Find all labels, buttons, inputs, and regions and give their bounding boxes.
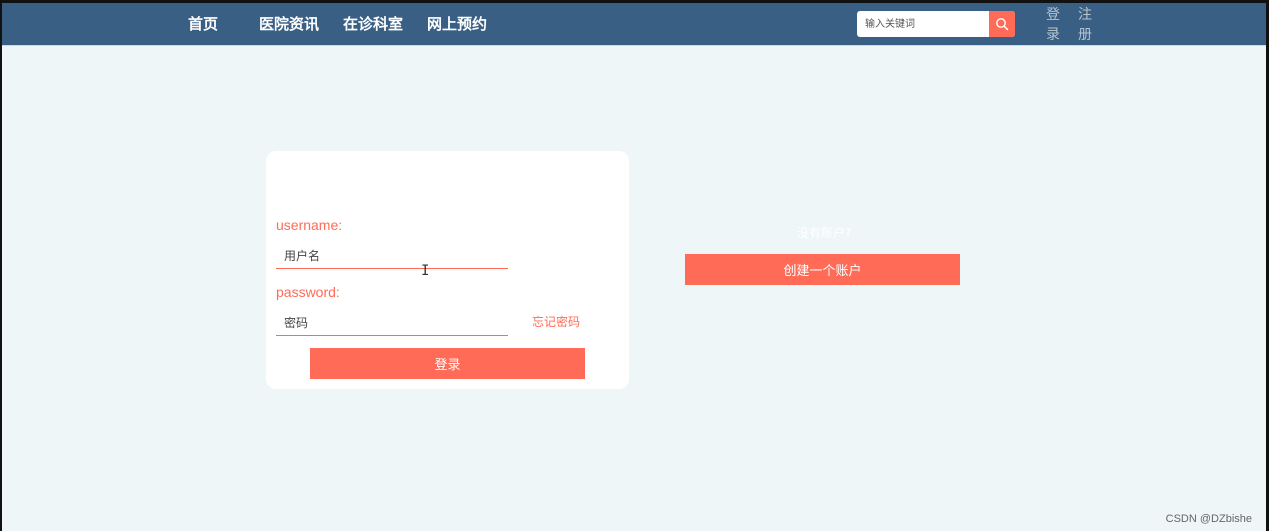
nav-item-hospital-news[interactable]: 医院资讯: [259, 15, 319, 33]
search-button[interactable]: [989, 11, 1015, 37]
login-card: username: password: 忘记密码 登录: [266, 151, 629, 389]
username-input[interactable]: [276, 243, 508, 269]
username-label: username:: [276, 217, 343, 233]
login-link[interactable]: 登录: [1046, 5, 1062, 45]
search-input[interactable]: [857, 11, 989, 37]
forgot-password-link[interactable]: 忘记密码: [532, 313, 580, 330]
nav-item-home[interactable]: 首页: [188, 15, 218, 33]
login-submit-button[interactable]: 登录: [310, 348, 585, 379]
page: 首页 医院资讯 在诊科室 网上预约 登录 注册 username: passwo…: [2, 3, 1266, 531]
search-box: [857, 11, 1015, 37]
watermark: CSDN @DZbishe: [1165, 513, 1252, 525]
register-link[interactable]: 注册: [1078, 5, 1094, 45]
text-cursor-icon: I: [421, 263, 430, 279]
search-icon: [996, 18, 1009, 31]
nav-item-online-appointment[interactable]: 网上预约: [427, 15, 487, 33]
password-input[interactable]: [276, 310, 508, 336]
password-label: password:: [276, 284, 340, 300]
create-account-button[interactable]: 创建一个账户: [685, 254, 960, 285]
top-navbar: 首页 医院资讯 在诊科室 网上预约 登录 注册: [2, 3, 1266, 46]
nav-item-departments[interactable]: 在诊科室: [343, 15, 403, 33]
signup-prompt: 没有账户?: [797, 226, 852, 240]
